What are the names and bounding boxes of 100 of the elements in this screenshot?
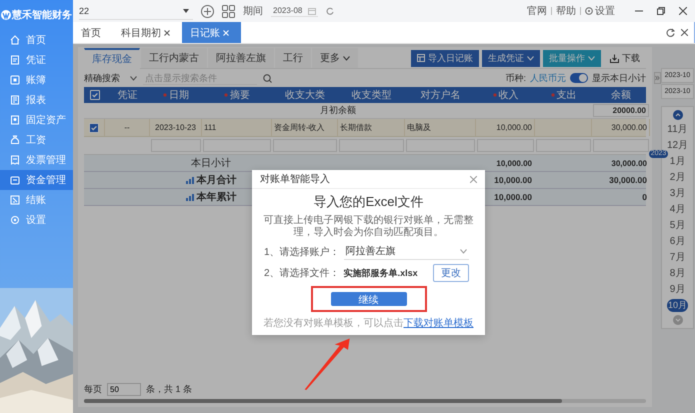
column-header: 摘要 xyxy=(230,88,250,102)
table-cell: 资金周转-收入 xyxy=(274,122,325,133)
checkbox[interactable] xyxy=(90,90,100,100)
total-label: 本月合计 xyxy=(196,174,236,187)
column-header: 余额 xyxy=(611,88,631,102)
settings-link[interactable]: 设置 xyxy=(585,4,615,18)
column-header: 日期 xyxy=(169,88,189,102)
table-cell: 20000.00 xyxy=(593,104,649,117)
currency-value[interactable]: 人民币元 xyxy=(530,72,566,84)
dialog-heading: 导入您的Excel文件 xyxy=(314,193,424,211)
import-button[interactable]: 导入日记账 xyxy=(411,50,479,66)
download-template-link[interactable]: 下载对账单模板 xyxy=(404,318,474,329)
settings-icon xyxy=(585,7,593,15)
column-header: 对方户名 xyxy=(420,88,460,102)
money-bag-icon xyxy=(10,135,20,145)
table-icon xyxy=(417,54,425,62)
toggle-switch[interactable] xyxy=(570,73,588,83)
period-field[interactable]: 2023-08 xyxy=(271,5,318,17)
scrollbar[interactable] xyxy=(84,399,646,403)
table-cell-text: 月初余额 xyxy=(319,104,357,117)
table-cell-text: 30,000.00 xyxy=(608,175,648,185)
table-cell: 2023-10-23 xyxy=(155,123,196,132)
home-icon xyxy=(10,35,20,45)
header-link[interactable]: 帮助 xyxy=(556,4,576,18)
total-label: 本年累计 xyxy=(196,190,236,204)
report-icon xyxy=(10,95,20,105)
chevron-down-icon xyxy=(460,248,467,254)
checkbox[interactable] xyxy=(89,122,99,132)
table-cell: 长期借款 xyxy=(340,122,372,133)
company-select[interactable]: 22 xyxy=(79,2,193,20)
month-item[interactable]: 4月 xyxy=(668,203,686,216)
table-cell: 10,000.00 xyxy=(496,123,532,132)
month-item[interactable]: 11月 xyxy=(666,123,689,136)
month-item[interactable]: 5月 xyxy=(668,219,686,232)
generate-voucher-button[interactable]: 生成凭证 xyxy=(482,50,540,66)
sidebar-item[interactable]: 首页 xyxy=(0,30,73,50)
scroll-up-icon xyxy=(672,110,682,120)
month-item[interactable]: 9月 xyxy=(668,283,686,296)
sidebar-item[interactable]: 报表 xyxy=(0,90,73,110)
close-icon xyxy=(164,30,170,36)
search-icon xyxy=(263,74,272,82)
chevron-down-icon xyxy=(527,56,534,60)
period-label: 期间 xyxy=(243,4,263,18)
grid-icon xyxy=(222,4,235,18)
table-cell-text: 0 xyxy=(641,192,648,202)
column-header: 凭证 xyxy=(118,89,138,102)
close-icon xyxy=(470,176,477,182)
month-item[interactable]: 10月 xyxy=(666,299,688,312)
month-item[interactable]: 2月 xyxy=(668,171,686,184)
dialog-footer-text: 若您没有对账单模板，可以点击下载对账单模板 xyxy=(264,316,474,330)
month-item[interactable]: 3月 xyxy=(668,187,686,200)
dialog-title: 对账单智能导入 xyxy=(260,172,330,186)
page-tab[interactable]: 首页 xyxy=(73,22,113,43)
dropdown-icon xyxy=(183,8,189,12)
chevron-down-icon xyxy=(588,56,595,60)
account-tab[interactable]: 阿拉善左旗 xyxy=(208,48,274,68)
account-select[interactable]: 阿拉善左旗 xyxy=(344,243,469,260)
table-cell: 111 xyxy=(204,123,216,132)
file-name: 实施部服务单.xlsx xyxy=(344,266,419,280)
document-icon xyxy=(10,55,20,65)
sidebar-item[interactable]: 凭证 xyxy=(0,50,73,70)
download-button[interactable]: 下载 xyxy=(604,50,646,66)
column-header: 收支类型 xyxy=(352,88,392,102)
currency-label: 币种: xyxy=(505,72,526,84)
chevron-down-icon xyxy=(343,56,350,60)
month-item[interactable]: 6月 xyxy=(668,235,686,248)
account-tab[interactable]: 更多 xyxy=(312,48,358,68)
cell-input[interactable] xyxy=(593,139,649,152)
chevron-down-icon xyxy=(130,76,137,80)
sidebar-item[interactable]: 账簿 xyxy=(0,70,73,90)
dialog-description: 可直接上传电子网银下载的银行对账单，无需整理，导入时会为你自动匹配项目。 xyxy=(262,215,474,239)
sidebar-item[interactable]: 工资 xyxy=(0,130,73,150)
account-tab[interactable]: 工行内蒙古 xyxy=(141,48,207,68)
refresh-icon xyxy=(326,7,334,15)
total-count: 条，共 1 条 xyxy=(146,382,192,396)
sidebar-item[interactable]: 结账 xyxy=(0,190,73,210)
table-cell-text: 10,000.00 xyxy=(495,158,533,168)
logo-icon xyxy=(1,10,11,20)
close-icon xyxy=(223,30,229,36)
header-link[interactable]: 官网 xyxy=(527,4,547,18)
page-size-field[interactable]: 50 xyxy=(107,382,141,396)
sidebar-item[interactable]: 固定资产 xyxy=(0,110,73,130)
add-circle-icon xyxy=(201,4,214,18)
continue-button[interactable]: 继续 xyxy=(330,292,406,306)
table-cell: 电脑及 xyxy=(407,122,431,133)
invoice-icon xyxy=(10,155,20,165)
search-mode-select[interactable]: 精确搜索 xyxy=(84,72,137,84)
sidebar-item[interactable]: 资金管理 xyxy=(0,170,73,190)
search-field[interactable]: 点击显示搜索条件 xyxy=(143,72,257,84)
month-item[interactable]: 7月 xyxy=(668,251,686,264)
month-item[interactable]: 12月 xyxy=(666,139,690,152)
change-button[interactable]: 更改 xyxy=(433,264,469,282)
sidebar-item[interactable]: 发票管理 xyxy=(0,150,73,170)
month-item[interactable]: 8月 xyxy=(668,267,686,280)
app-logo-text: 慧禾智能财务 xyxy=(12,8,72,22)
page-tab[interactable]: 科目期初 xyxy=(113,22,182,43)
account-tab[interactable]: 库存现金 xyxy=(84,48,140,68)
page-tab[interactable]: 日记账 xyxy=(182,22,241,43)
column-header: 收入 xyxy=(498,88,518,102)
account-tab[interactable]: 工行 xyxy=(275,48,311,68)
